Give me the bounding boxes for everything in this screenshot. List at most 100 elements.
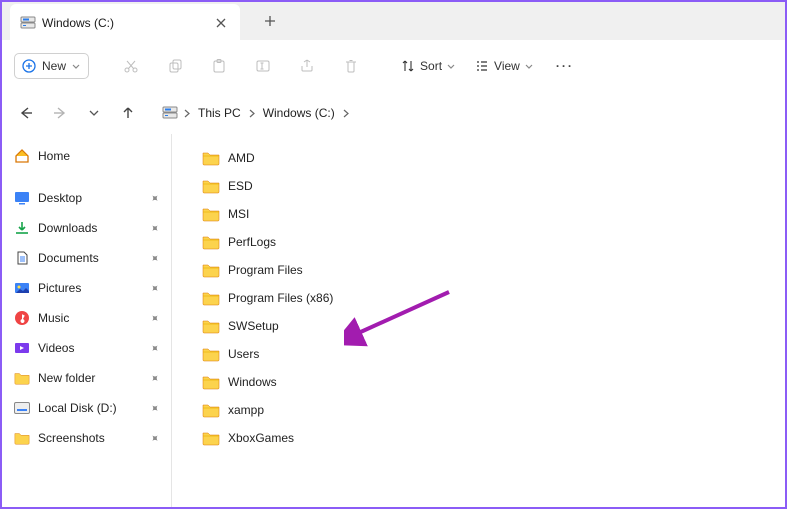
- folder-icon: [202, 234, 220, 250]
- pin-icon: ✦: [147, 250, 163, 266]
- folder-icon: [202, 178, 220, 194]
- drive-icon: [162, 105, 178, 121]
- delete-button[interactable]: [331, 49, 371, 83]
- content-area: AMD ESD MSI PerfLogs Program Files Program Fi…: [172, 134, 785, 507]
- chevron-down-icon: [447, 64, 455, 69]
- chevron-right-icon[interactable]: [184, 109, 190, 118]
- nav-bar: This PC Windows (C:): [2, 92, 785, 134]
- folder-icon: [14, 430, 30, 446]
- sidebar: Home Desktop ✦ Downloads ✦ Documents ✦ P…: [2, 134, 172, 507]
- up-button[interactable]: [118, 103, 138, 123]
- folder-name: MSI: [228, 207, 249, 221]
- music-icon: [14, 310, 30, 326]
- sidebar-label: Local Disk (D:): [38, 401, 117, 415]
- folder-item[interactable]: xampp: [200, 396, 757, 424]
- documents-icon: [14, 250, 30, 266]
- sidebar-item-videos[interactable]: Videos ✦: [8, 334, 165, 362]
- new-button-label: New: [42, 59, 66, 73]
- pin-icon: ✦: [147, 310, 163, 326]
- sidebar-label: Documents: [38, 251, 99, 265]
- folder-icon: [202, 206, 220, 222]
- tab-title: Windows (C:): [42, 16, 206, 30]
- folder-icon: [202, 402, 220, 418]
- sidebar-label: New folder: [38, 371, 95, 385]
- downloads-icon: [14, 220, 30, 236]
- pin-icon: ✦: [147, 220, 163, 236]
- sidebar-item-newfolder[interactable]: New folder ✦: [8, 364, 165, 392]
- sidebar-label: Pictures: [38, 281, 81, 295]
- folder-name: Users: [228, 347, 259, 361]
- rename-button[interactable]: [243, 49, 283, 83]
- breadcrumb-item[interactable]: Windows (C:): [261, 104, 337, 122]
- forward-button[interactable]: [50, 103, 70, 123]
- desktop-icon: [14, 190, 30, 206]
- close-tab-button[interactable]: [212, 14, 230, 32]
- folder-item[interactable]: SWSetup: [200, 312, 757, 340]
- cut-button[interactable]: [111, 49, 151, 83]
- folder-item[interactable]: MSI: [200, 200, 757, 228]
- active-tab[interactable]: Windows (C:): [10, 4, 240, 42]
- copy-button[interactable]: [155, 49, 195, 83]
- sidebar-home[interactable]: Home: [8, 142, 165, 170]
- view-icon: [475, 59, 489, 73]
- paste-button[interactable]: [199, 49, 239, 83]
- folder-item[interactable]: ESD: [200, 172, 757, 200]
- pin-icon: ✦: [147, 370, 163, 386]
- folder-item[interactable]: AMD: [200, 144, 757, 172]
- chevron-down-icon: [72, 64, 80, 69]
- folder-item[interactable]: Windows: [200, 368, 757, 396]
- folder-icon: [14, 370, 30, 386]
- folder-item[interactable]: Users: [200, 340, 757, 368]
- chevron-right-icon[interactable]: [343, 109, 349, 118]
- home-icon: [14, 148, 30, 164]
- view-button[interactable]: View: [467, 54, 541, 78]
- sidebar-item-desktop[interactable]: Desktop ✦: [8, 184, 165, 212]
- folder-item[interactable]: XboxGames: [200, 424, 757, 452]
- address-bar[interactable]: This PC Windows (C:): [162, 104, 349, 122]
- disk-icon: [14, 400, 30, 416]
- sidebar-item-pictures[interactable]: Pictures ✦: [8, 274, 165, 302]
- drive-icon: [20, 15, 36, 31]
- new-tab-button[interactable]: [254, 5, 286, 37]
- sidebar-label: Downloads: [38, 221, 97, 235]
- sidebar-label: Desktop: [38, 191, 82, 205]
- folder-name: XboxGames: [228, 431, 294, 445]
- folder-name: Program Files (x86): [228, 291, 333, 305]
- command-toolbar: New Sort View ···: [2, 40, 785, 92]
- chevron-down-icon: [525, 64, 533, 69]
- breadcrumb-item[interactable]: This PC: [196, 104, 243, 122]
- folder-item[interactable]: PerfLogs: [200, 228, 757, 256]
- folder-name: AMD: [228, 151, 255, 165]
- pin-icon: ✦: [147, 190, 163, 206]
- folder-name: PerfLogs: [228, 235, 276, 249]
- pin-icon: ✦: [147, 430, 163, 446]
- view-label: View: [494, 59, 520, 73]
- new-button[interactable]: New: [14, 53, 89, 79]
- more-button[interactable]: ···: [545, 59, 585, 73]
- sidebar-item-localdisk[interactable]: Local Disk (D:) ✦: [8, 394, 165, 422]
- recent-button[interactable]: [84, 103, 104, 123]
- sort-label: Sort: [420, 59, 442, 73]
- chevron-right-icon[interactable]: [249, 109, 255, 118]
- folder-icon: [202, 374, 220, 390]
- folder-icon: [202, 290, 220, 306]
- back-button[interactable]: [16, 103, 36, 123]
- sort-button[interactable]: Sort: [393, 54, 463, 78]
- folder-icon: [202, 430, 220, 446]
- sort-icon: [401, 59, 415, 73]
- folder-item[interactable]: Program Files (x86): [200, 284, 757, 312]
- sidebar-label: Music: [38, 311, 69, 325]
- folder-item[interactable]: Program Files: [200, 256, 757, 284]
- folder-name: Program Files: [228, 263, 303, 277]
- pin-icon: ✦: [147, 340, 163, 356]
- sidebar-label: Screenshots: [38, 431, 105, 445]
- sidebar-item-downloads[interactable]: Downloads ✦: [8, 214, 165, 242]
- folder-name: Windows: [228, 375, 277, 389]
- sidebar-item-screenshots[interactable]: Screenshots ✦: [8, 424, 165, 452]
- sidebar-label: Videos: [38, 341, 74, 355]
- pictures-icon: [14, 280, 30, 296]
- sidebar-item-music[interactable]: Music ✦: [8, 304, 165, 332]
- sidebar-item-documents[interactable]: Documents ✦: [8, 244, 165, 272]
- tabs-bar: Windows (C:): [2, 2, 785, 40]
- share-button[interactable]: [287, 49, 327, 83]
